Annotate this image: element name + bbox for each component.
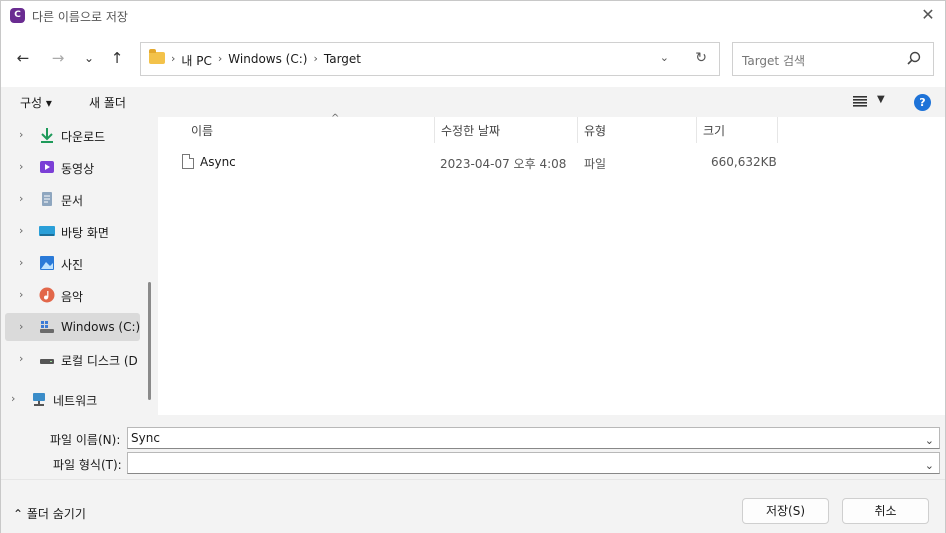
sidebar-item-desktop[interactable]: › 바탕 화면 [5, 217, 140, 245]
save-as-dialog: C 다른 이름으로 저장 ✕ ← → ⌄ ↑ › 내 PC › Windows … [0, 0, 946, 533]
filename-value[interactable]: Sync [131, 431, 160, 445]
search-icon[interactable] [907, 51, 921, 65]
file-modified: 2023-04-07 오후 4:08 [440, 157, 567, 171]
chevron-down-icon[interactable]: ⌄ [925, 456, 934, 476]
save-fields: 파일 이름(N): Sync ⌄ 파일 형식(T): ⌄ [1, 415, 945, 479]
column-header-type[interactable]: 유형 [578, 117, 697, 143]
chevron-right-icon[interactable]: › [19, 320, 23, 333]
recent-locations-button[interactable]: ⌄ [79, 48, 99, 68]
column-header-label: 유형 [584, 124, 607, 138]
view-options-icon[interactable] [853, 96, 867, 107]
video-icon [40, 161, 54, 173]
column-header-label: 이름 [191, 124, 214, 138]
breadcrumb-separator: › [313, 52, 318, 65]
file-size: 660,632KB [711, 155, 777, 169]
up-button[interactable]: ↑ [107, 48, 127, 68]
breadcrumb-separator: › [217, 52, 223, 65]
filename-label: 파일 이름(N): [50, 433, 121, 447]
disk-icon [40, 359, 54, 364]
sidebar-item-downloads[interactable]: › 다운로드 [5, 121, 140, 149]
sidebar-item-label: 동영상 [61, 162, 95, 176]
sidebar-scrollbar[interactable] [148, 282, 151, 400]
chevron-right-icon[interactable]: › [19, 224, 23, 237]
file-name: Async [200, 155, 236, 169]
breadcrumb-target[interactable]: Target [324, 52, 361, 69]
navigation-pane[interactable]: › 다운로드 › 동영상 › 문서 › 바탕 화면 › 사진 › 음악 › Wi… [1, 117, 158, 415]
sidebar-item-label: 바탕 화면 [61, 226, 109, 240]
chevron-right-icon[interactable]: › [11, 392, 15, 405]
table-row[interactable]: Async 2023-04-07 오후 4:08 파일 660,632KB [174, 153, 777, 175]
column-header-name[interactable]: 이름 ^ [185, 113, 435, 143]
column-header-label: 크기 [703, 124, 726, 138]
file-list[interactable]: 이름 ^ 수정한 날짜 유형 크기 Async 2023-04-07 오후 4:… [158, 113, 945, 415]
document-icon [42, 192, 52, 206]
drive-icon [40, 321, 54, 333]
sidebar-item-network[interactable]: › 네트워크 [1, 385, 132, 413]
chevron-down-icon[interactable]: ⌄ [925, 431, 934, 451]
chevron-right-icon[interactable]: › [19, 192, 23, 205]
sidebar-item-videos[interactable]: › 동영상 [5, 153, 140, 181]
file-type: 파일 [584, 157, 607, 171]
breadcrumb: › 내 PC › Windows (C:) › Target [171, 52, 361, 69]
sidebar-item-label: 네트워크 [53, 394, 98, 408]
sidebar-item-label: Windows (C:) [61, 320, 141, 334]
column-header-label: 수정한 날짜 [441, 124, 501, 138]
app-icon: C [10, 8, 25, 23]
chevron-right-icon[interactable]: › [19, 128, 23, 141]
window-title: 다른 이름으로 저장 [32, 10, 128, 24]
sidebar-item-label: 음악 [61, 290, 84, 304]
folder-icon [149, 49, 165, 64]
help-icon[interactable]: ? [914, 94, 931, 111]
download-icon [41, 128, 53, 143]
dialog-footer: ⌃ 폴더 숨기기 저장(S) 취소 [1, 479, 945, 533]
sidebar-item-windows-c[interactable]: › Windows (C:) [5, 313, 140, 341]
chevron-right-icon[interactable]: › [19, 160, 23, 173]
sidebar-item-label: 문서 [61, 194, 84, 208]
new-folder-button[interactable]: 새 폴더 [89, 94, 126, 111]
sidebar-item-label: 다운로드 [61, 130, 106, 144]
back-button[interactable]: ← [13, 48, 33, 68]
close-button[interactable]: ✕ [919, 6, 937, 24]
cancel-button[interactable]: 취소 [842, 498, 929, 524]
sidebar-item-documents[interactable]: › 문서 [5, 185, 140, 213]
music-icon [39, 287, 55, 303]
breadcrumb-this-pc[interactable]: 내 PC [181, 52, 211, 69]
search-box[interactable]: Target 검색 [732, 42, 934, 76]
chevron-down-icon[interactable]: ⌄ [660, 51, 669, 64]
breadcrumb-windows-c[interactable]: Windows (C:) [228, 52, 307, 69]
sort-ascending-icon: ^ [331, 113, 340, 124]
address-bar[interactable]: › 내 PC › Windows (C:) › Target ⌄ ↻ [140, 42, 720, 76]
chevron-right-icon[interactable]: › [19, 352, 23, 365]
sidebar-item-label: 사진 [61, 258, 84, 272]
filename-field[interactable]: Sync ⌄ [127, 427, 940, 449]
column-header-modified[interactable]: 수정한 날짜 [435, 117, 578, 143]
network-icon [33, 393, 45, 406]
refresh-icon[interactable]: ↻ [695, 50, 707, 66]
file-icon [182, 154, 194, 169]
chevron-right-icon[interactable]: › [19, 256, 23, 269]
hide-folders-toggle[interactable]: ⌃ 폴더 숨기기 [13, 505, 86, 522]
view-dropdown-icon[interactable]: ▼ [877, 94, 885, 105]
chevron-right-icon[interactable]: › [19, 288, 23, 301]
sidebar-item-pictures[interactable]: › 사진 [5, 249, 140, 277]
search-input[interactable]: Target 검색 [742, 52, 805, 69]
title-bar: C 다른 이름으로 저장 ✕ [1, 1, 945, 31]
save-button[interactable]: 저장(S) [742, 498, 829, 524]
filetype-select[interactable]: ⌄ [127, 452, 940, 474]
filetype-label: 파일 형식(T): [53, 458, 122, 472]
navigation-bar: ← → ⌄ ↑ › 내 PC › Windows (C:) › Target ⌄… [1, 39, 945, 77]
breadcrumb-separator: › [171, 52, 176, 65]
column-header-size[interactable]: 크기 [697, 117, 778, 143]
desktop-icon [39, 226, 55, 236]
organize-menu[interactable]: 구성 ▾ [20, 94, 52, 111]
pictures-icon [40, 256, 54, 270]
forward-button[interactable]: → [48, 48, 68, 68]
sidebar-item-label: 로컬 디스크 (D [61, 354, 138, 368]
sidebar-item-music[interactable]: › 음악 [5, 281, 140, 309]
command-bar: 구성 ▾ 새 폴더 ▼ ? [1, 87, 945, 117]
sidebar-item-local-disk-d[interactable]: › 로컬 디스크 (D [5, 345, 140, 373]
